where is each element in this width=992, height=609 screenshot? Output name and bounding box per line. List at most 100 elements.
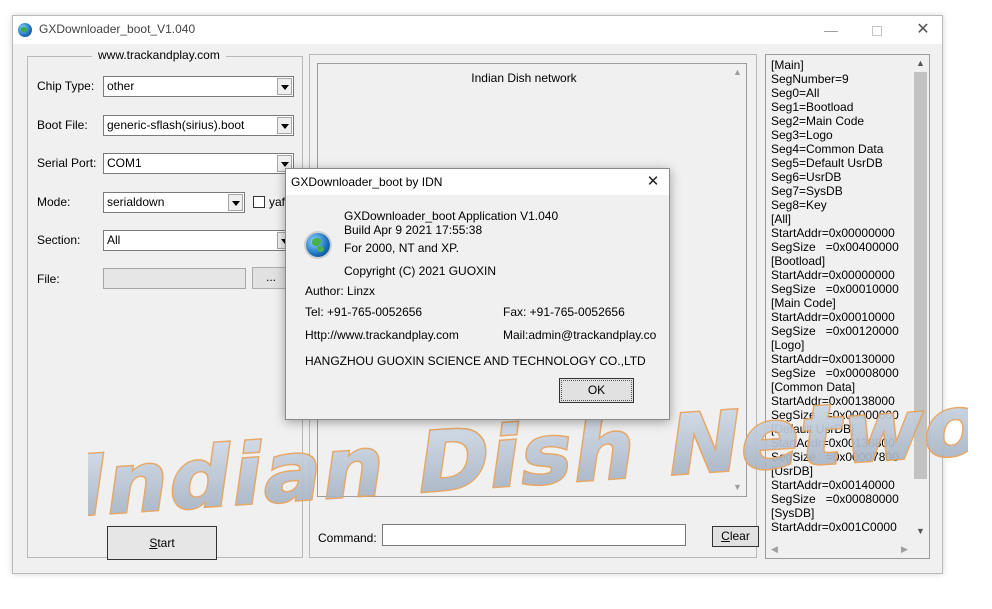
dialog-title: GXDownloader_boot by IDN	[291, 175, 443, 189]
config-line: SegNumber=9	[771, 72, 849, 86]
config-line: Seg8=Key	[771, 198, 827, 212]
config-line: [Logo]	[771, 338, 805, 352]
clear-button[interactable]: Clear	[712, 526, 759, 547]
file-label: File:	[37, 272, 60, 286]
globe-icon	[306, 233, 330, 257]
mode-value: serialdown	[107, 195, 165, 209]
scroll-up-icon[interactable]: ▲	[912, 55, 929, 72]
config-list[interactable]: [Main] SegNumber=9 Seg0=All Seg1=Bootload Se…	[765, 54, 930, 559]
config-line: StartAddr=0x00138000	[771, 394, 895, 408]
config-line: [Main Code]	[771, 296, 836, 310]
boot-file-select[interactable]: generic-sflash(sirius).boot	[103, 115, 294, 136]
scrollbar-thumb[interactable]	[914, 72, 927, 479]
mode-select[interactable]: serialdown	[103, 192, 245, 213]
config-line: [Bootload]	[771, 254, 826, 268]
config-line: SegSize =0x00008000	[771, 366, 899, 380]
dialog-tel-line: Tel: +91-765-0052656	[305, 305, 423, 319]
scrollbar-corner	[912, 541, 929, 558]
config-line: SegSize =0x00120000	[771, 324, 899, 338]
clear-button-mnemonic: C	[721, 529, 730, 543]
chevron-down-icon[interactable]	[277, 78, 292, 95]
scroll-down-icon[interactable]: ▼	[729, 479, 746, 496]
dialog-company-line: HANGZHOU GUOXIN SCIENCE AND TECHNOLOGY C…	[305, 354, 646, 368]
serial-port-label: Serial Port:	[37, 156, 97, 170]
close-button[interactable]: ✕	[900, 16, 946, 44]
chip-type-label: Chip Type:	[37, 79, 95, 93]
settings-group: www.trackandplay.com Chip Type: other Bo…	[27, 48, 303, 560]
config-line: Seg2=Main Code	[771, 114, 865, 128]
about-dialog: GXDownloader_boot by IDN ✕ GXDownloader_…	[285, 168, 670, 420]
config-horizontal-scrollbar[interactable]: ◀ ▶	[766, 541, 913, 558]
config-line: [SysDB]	[771, 506, 815, 520]
config-line: StartAddr=0x00130000	[771, 352, 895, 366]
dialog-fax-line: Fax: +91-765-0052656	[503, 305, 625, 319]
section-select[interactable]: All	[103, 230, 294, 251]
minimize-button[interactable]: —	[808, 16, 854, 44]
config-line: [All]	[771, 212, 792, 226]
config-line: Seg1=Bootload	[771, 100, 854, 114]
mode-label: Mode:	[37, 195, 71, 209]
dialog-platform-line: For 2000, NT and XP.	[344, 241, 459, 255]
maximize-icon	[872, 26, 882, 37]
serial-port-value: COM1	[107, 156, 142, 170]
config-line: [Main]	[771, 58, 804, 72]
dialog-copyright-line: Copyright (C) 2021 GUOXIN	[344, 264, 497, 278]
config-line: [UsrDB]	[771, 464, 813, 478]
config-line: SegSize =0x00000800	[771, 408, 899, 422]
file-path-input[interactable]	[103, 268, 246, 289]
command-label: Command:	[318, 531, 377, 545]
chip-type-value: other	[107, 79, 135, 93]
dialog-mail-line: Mail:admin@trackandplay.co	[503, 328, 657, 342]
scroll-left-icon[interactable]: ◀	[766, 541, 783, 558]
config-line: Seg0=All	[771, 86, 820, 100]
config-line: StartAddr=0x00000000	[771, 226, 895, 240]
dialog-build-line: Build Apr 9 2021 17:55:38	[344, 223, 483, 237]
config-vertical-scrollbar[interactable]: ▲ ▼	[912, 55, 929, 540]
start-button-label: tart	[157, 536, 175, 550]
log-header: Indian Dish network	[471, 71, 577, 85]
dialog-website-line: Http://www.trackandplay.com	[305, 328, 459, 342]
config-line: StartAddr=0x00000000	[771, 268, 895, 282]
dialog-close-button[interactable]: ✕	[637, 169, 669, 195]
globe-icon	[18, 23, 32, 37]
command-input[interactable]	[382, 524, 686, 546]
chevron-down-icon[interactable]	[277, 117, 292, 134]
config-lines: [Main] SegNumber=9 Seg0=All Seg1=Bootload Se…	[771, 58, 911, 536]
config-line: SegSize =0x00080000	[771, 492, 899, 506]
chevron-down-icon[interactable]	[228, 194, 243, 211]
clear-button-label: lear	[729, 529, 750, 543]
log-scrollbar[interactable]: ▲ ▼	[729, 64, 746, 496]
dialog-author-line: Author: Linzx	[305, 284, 376, 298]
yaf-checkbox-label: yaf	[269, 195, 286, 209]
config-line: SegSize =0x00007800	[771, 450, 899, 464]
config-line: SegSize =0x00010000	[771, 282, 899, 296]
config-line: StartAddr=0x001C0000	[771, 520, 897, 534]
ok-button[interactable]: OK	[559, 378, 634, 403]
start-button[interactable]: Start	[107, 526, 217, 560]
config-line: StartAddr=0x00010000	[771, 310, 895, 324]
scroll-down-icon[interactable]: ▼	[912, 523, 929, 540]
config-line: Seg6=UsrDB	[771, 170, 842, 184]
serial-port-select[interactable]: COM1	[103, 153, 294, 174]
maximize-button[interactable]	[854, 16, 900, 44]
group-title: www.trackandplay.com	[92, 48, 226, 62]
window-title: GXDownloader_boot_V1.040	[39, 22, 196, 36]
config-line: Seg3=Logo	[771, 128, 833, 142]
scroll-right-icon[interactable]: ▶	[896, 541, 913, 558]
dialog-title-bar: GXDownloader_boot by IDN ✕	[286, 169, 669, 195]
config-line: Seg4=Common Data	[771, 142, 884, 156]
dialog-app-line: GXDownloader_boot Application V1.040	[344, 209, 559, 223]
config-line: StartAddr=0x00138800	[771, 436, 895, 450]
scroll-up-icon[interactable]: ▲	[729, 64, 746, 81]
section-value: All	[107, 233, 121, 247]
section-label: Section:	[37, 233, 81, 247]
boot-file-value: generic-sflash(sirius).boot	[107, 118, 245, 132]
config-line: [Common Data]	[771, 380, 856, 394]
config-line: [Default UsrDB]	[771, 422, 855, 436]
title-bar: GXDownloader_boot_V1.040 — ✕	[13, 16, 942, 44]
config-line: SegSize =0x00400000	[771, 240, 899, 254]
config-line: Seg7=SysDB	[771, 184, 843, 198]
chip-type-select[interactable]: other	[103, 76, 294, 97]
yaf-checkbox[interactable]	[253, 196, 265, 208]
boot-file-label: Boot File:	[37, 118, 88, 132]
